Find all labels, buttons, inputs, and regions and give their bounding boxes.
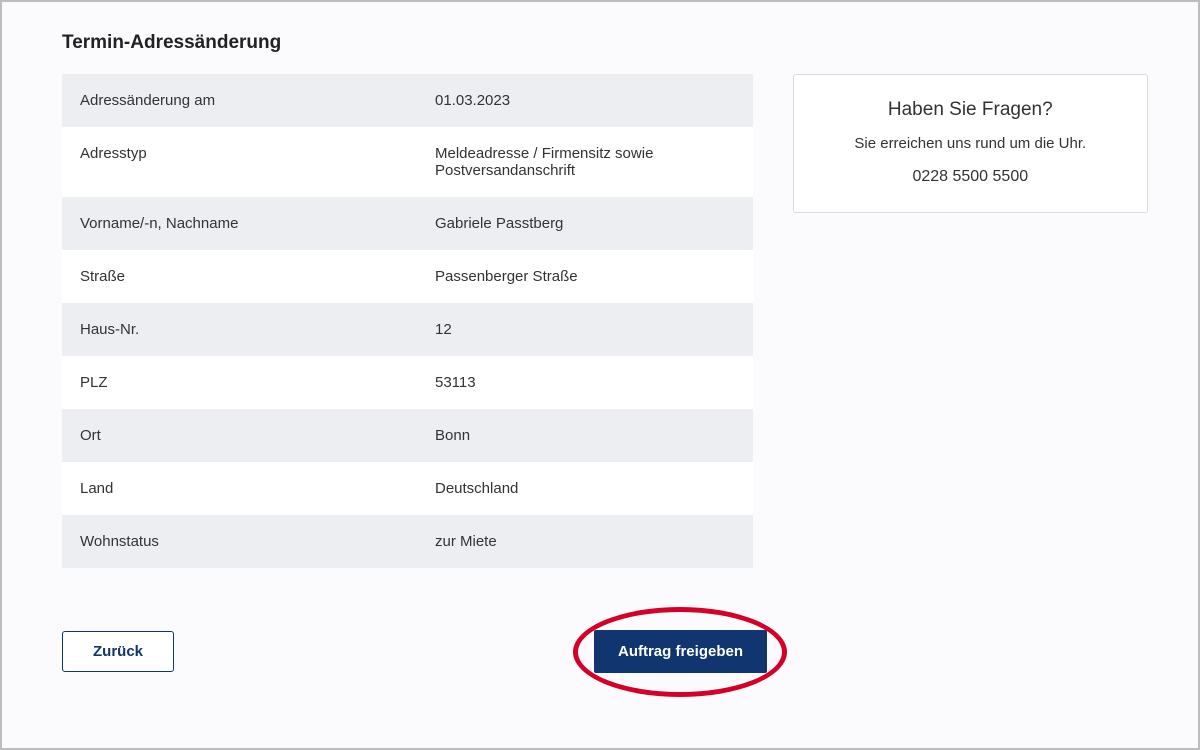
row-value: 01.03.2023 xyxy=(435,92,735,109)
summary-table: Adressänderung am 01.03.2023 Adresstyp M… xyxy=(62,74,753,568)
help-subtitle: Sie erreichen uns rund um die Uhr. xyxy=(814,135,1127,152)
row-value: 12 xyxy=(435,321,735,338)
row-value: 53113 xyxy=(435,374,735,391)
row-value: zur Miete xyxy=(435,533,735,550)
row-label: Land xyxy=(80,480,435,497)
help-box: Haben Sie Fragen? Sie erreichen uns rund… xyxy=(793,74,1148,213)
table-row: Vorname/-n, Nachname Gabriele Passtberg xyxy=(62,197,753,250)
table-row: Straße Passenberger Straße xyxy=(62,250,753,303)
table-row: Wohnstatus zur Miete xyxy=(62,515,753,568)
row-label: Adressänderung am xyxy=(80,92,435,109)
row-label: Haus-Nr. xyxy=(80,321,435,338)
submit-button[interactable]: Auftrag freigeben xyxy=(594,630,767,673)
table-row: Adressänderung am 01.03.2023 xyxy=(62,74,753,127)
submit-button-wrap: Auftrag freigeben xyxy=(594,630,767,673)
table-row: Ort Bonn xyxy=(62,409,753,462)
app-frame: Termin-Adressänderung Adressänderung am … xyxy=(0,0,1200,750)
row-label: Ort xyxy=(80,427,435,444)
back-button[interactable]: Zurück xyxy=(62,631,174,672)
help-title: Haben Sie Fragen? xyxy=(814,99,1127,121)
row-value: Bonn xyxy=(435,427,735,444)
table-row: Adresstyp Meldeadresse / Firmensitz sowi… xyxy=(62,127,753,197)
row-value: Passenberger Straße xyxy=(435,268,735,285)
table-row: Haus-Nr. 12 xyxy=(62,303,753,356)
row-label: Adresstyp xyxy=(80,145,435,179)
row-value: Meldeadresse / Firmensitz sowie Postvers… xyxy=(435,145,695,179)
row-label: Vorname/-n, Nachname xyxy=(80,215,435,232)
row-label: Wohnstatus xyxy=(80,533,435,550)
page-title: Termin-Adressänderung xyxy=(62,32,1148,54)
content-area: Adressänderung am 01.03.2023 Adresstyp M… xyxy=(62,74,1148,568)
help-phone: 0228 5500 5500 xyxy=(814,168,1127,186)
row-label: Straße xyxy=(80,268,435,285)
row-value: Gabriele Passtberg xyxy=(435,215,735,232)
table-row: Land Deutschland xyxy=(62,462,753,515)
actions-bar: Zurück Auftrag freigeben xyxy=(62,630,767,673)
row-label: PLZ xyxy=(80,374,435,391)
row-value: Deutschland xyxy=(435,480,735,497)
table-row: PLZ 53113 xyxy=(62,356,753,409)
